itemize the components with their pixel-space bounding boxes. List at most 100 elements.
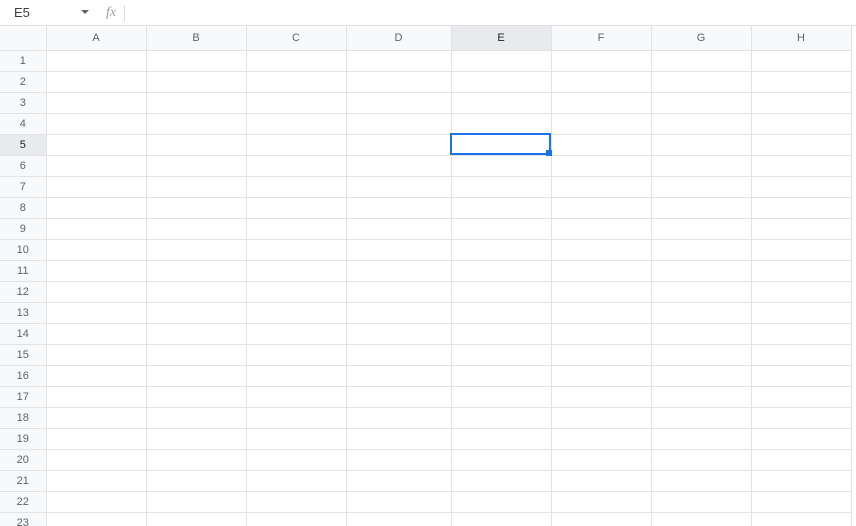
cell[interactable]: [551, 365, 651, 386]
cell[interactable]: [146, 428, 246, 449]
cell[interactable]: [146, 71, 246, 92]
row-header[interactable]: 23: [0, 512, 46, 526]
row-header[interactable]: 10: [0, 239, 46, 260]
row-header[interactable]: 7: [0, 176, 46, 197]
cell[interactable]: [46, 281, 146, 302]
cell[interactable]: [651, 176, 751, 197]
cell[interactable]: [346, 155, 451, 176]
cell[interactable]: [551, 491, 651, 512]
cell[interactable]: [451, 281, 551, 302]
cell[interactable]: [451, 197, 551, 218]
cell[interactable]: [146, 449, 246, 470]
cell[interactable]: [346, 176, 451, 197]
cell[interactable]: [146, 50, 246, 71]
cell[interactable]: [146, 113, 246, 134]
cell[interactable]: [451, 302, 551, 323]
cell[interactable]: [46, 323, 146, 344]
cell[interactable]: [451, 155, 551, 176]
cell[interactable]: [551, 302, 651, 323]
cell[interactable]: [46, 92, 146, 113]
cell[interactable]: [451, 491, 551, 512]
row-header[interactable]: 2: [0, 71, 46, 92]
cell[interactable]: [346, 113, 451, 134]
cell[interactable]: [146, 491, 246, 512]
name-box-dropdown[interactable]: [78, 10, 92, 15]
cell[interactable]: [551, 323, 651, 344]
cell[interactable]: [46, 218, 146, 239]
cell[interactable]: [751, 302, 851, 323]
cell[interactable]: [146, 365, 246, 386]
cell[interactable]: [346, 218, 451, 239]
cell[interactable]: [46, 365, 146, 386]
cell[interactable]: [146, 281, 246, 302]
cell[interactable]: [346, 197, 451, 218]
cell[interactable]: [451, 386, 551, 407]
cell[interactable]: [651, 134, 751, 155]
cell[interactable]: [451, 260, 551, 281]
cell[interactable]: [651, 71, 751, 92]
cell[interactable]: [551, 197, 651, 218]
row-header[interactable]: 9: [0, 218, 46, 239]
cell[interactable]: [346, 386, 451, 407]
cell[interactable]: [651, 155, 751, 176]
row-header[interactable]: 21: [0, 470, 46, 491]
cell[interactable]: [451, 50, 551, 71]
formula-input[interactable]: [131, 3, 856, 23]
cell[interactable]: [751, 197, 851, 218]
cell[interactable]: [551, 134, 651, 155]
cell[interactable]: [146, 407, 246, 428]
cell[interactable]: [651, 512, 751, 526]
cell[interactable]: [451, 218, 551, 239]
cell[interactable]: [751, 407, 851, 428]
cell[interactable]: [246, 449, 346, 470]
cell[interactable]: [346, 50, 451, 71]
cell[interactable]: [146, 344, 246, 365]
row-header[interactable]: 13: [0, 302, 46, 323]
cell[interactable]: [651, 50, 751, 71]
cell[interactable]: [346, 512, 451, 526]
cell[interactable]: [751, 92, 851, 113]
cell[interactable]: [751, 71, 851, 92]
cell[interactable]: [46, 197, 146, 218]
cell[interactable]: [551, 386, 651, 407]
cell[interactable]: [346, 491, 451, 512]
cell[interactable]: [46, 176, 146, 197]
row-header[interactable]: 15: [0, 344, 46, 365]
cell[interactable]: [146, 302, 246, 323]
row-header[interactable]: 11: [0, 260, 46, 281]
cell[interactable]: [246, 134, 346, 155]
cell[interactable]: [346, 239, 451, 260]
cell[interactable]: [246, 50, 346, 71]
cell[interactable]: [346, 260, 451, 281]
cell[interactable]: [46, 71, 146, 92]
row-header[interactable]: 3: [0, 92, 46, 113]
cell[interactable]: [346, 344, 451, 365]
cell[interactable]: [551, 470, 651, 491]
row-header[interactable]: 18: [0, 407, 46, 428]
cell[interactable]: [551, 407, 651, 428]
cell[interactable]: [246, 302, 346, 323]
cell[interactable]: [451, 113, 551, 134]
cell[interactable]: [651, 239, 751, 260]
column-header[interactable]: B: [146, 26, 246, 50]
cell[interactable]: [46, 512, 146, 526]
cell[interactable]: [751, 218, 851, 239]
cell[interactable]: [751, 260, 851, 281]
cell[interactable]: [246, 323, 346, 344]
cell[interactable]: [146, 260, 246, 281]
cell[interactable]: [551, 92, 651, 113]
cell[interactable]: [46, 239, 146, 260]
cell[interactable]: [146, 218, 246, 239]
cell[interactable]: [451, 71, 551, 92]
cell[interactable]: [46, 470, 146, 491]
select-all-corner[interactable]: [0, 26, 46, 50]
cell[interactable]: [651, 92, 751, 113]
cell[interactable]: [651, 344, 751, 365]
row-header[interactable]: 4: [0, 113, 46, 134]
cell[interactable]: [651, 491, 751, 512]
cell[interactable]: [451, 92, 551, 113]
row-header[interactable]: 16: [0, 365, 46, 386]
cell[interactable]: [551, 428, 651, 449]
cell[interactable]: [751, 491, 851, 512]
row-header[interactable]: 6: [0, 155, 46, 176]
